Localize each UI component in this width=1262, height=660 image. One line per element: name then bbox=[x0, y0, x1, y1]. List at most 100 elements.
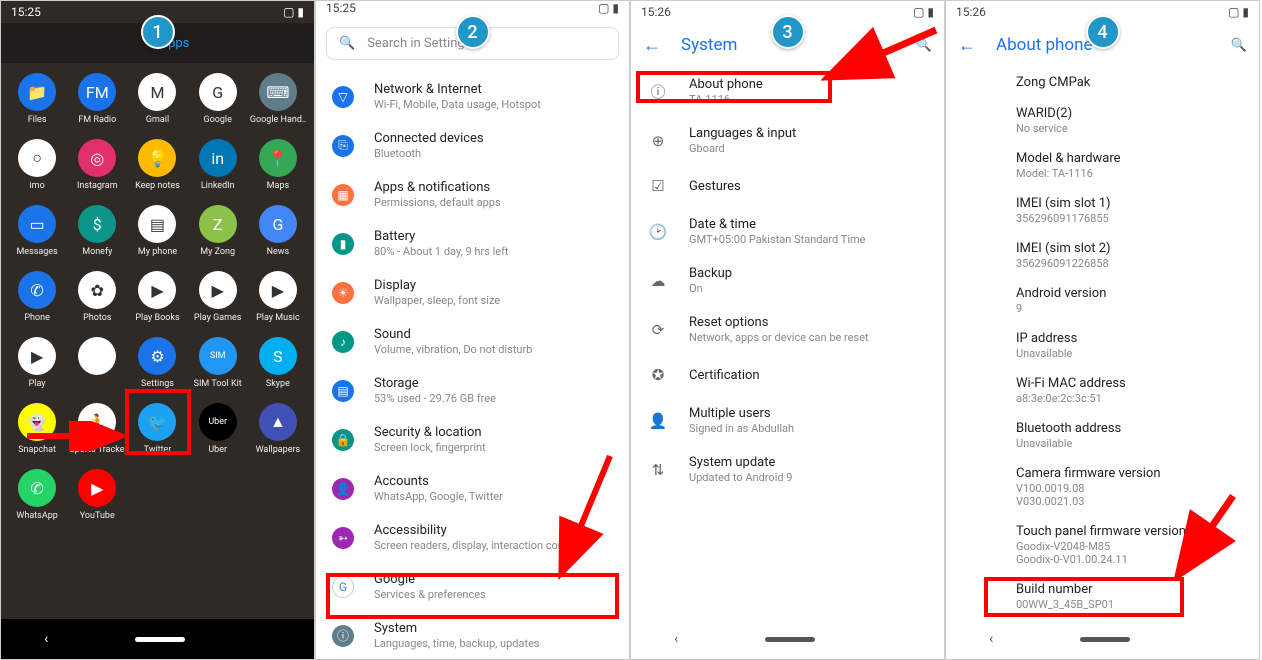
status-icons: ▢ ▮ bbox=[283, 5, 304, 19]
about-imei-sim-slot-2-[interactable]: IMEI (sim slot 2)356296091226858 bbox=[946, 233, 1259, 278]
system-gestures[interactable]: ☑Gestures bbox=[631, 165, 944, 207]
about-build-number[interactable]: Build number00WW_3_45B_SP01 bbox=[946, 574, 1259, 619]
nav-back[interactable]: ‹ bbox=[44, 631, 48, 647]
app-snapchat[interactable]: 👻Snapchat bbox=[7, 403, 67, 455]
app-label: FM Radio bbox=[78, 115, 116, 125]
app-play-books[interactable]: ▶Play Books bbox=[127, 271, 187, 323]
app-my-zong[interactable]: ZMy Zong bbox=[188, 205, 248, 257]
app-label: WhatsApp bbox=[16, 511, 57, 521]
app-play-music[interactable]: ▶Play Music bbox=[248, 271, 308, 323]
app-icon: M bbox=[138, 73, 176, 111]
app-label: Files bbox=[28, 115, 47, 125]
settings-apps-notifications[interactable]: ▦Apps & notificationsPermissions, defaul… bbox=[316, 170, 629, 219]
system-system-update[interactable]: ⇅System updateUpdated to Android 9 bbox=[631, 445, 944, 494]
settings-security-location[interactable]: 🔒Security & locationScreen lock, fingerp… bbox=[316, 415, 629, 464]
app-youtube[interactable]: ▶YouTube bbox=[67, 469, 127, 521]
system-date-time[interactable]: 🕑Date & timeGMT+05:00 Pakistan Standard … bbox=[631, 207, 944, 256]
about-zong-cmpak[interactable]: Zong CMPak bbox=[946, 67, 1259, 98]
app-google[interactable]: GGoogle bbox=[188, 73, 248, 125]
app-linkedin[interactable]: inLinkedIn bbox=[188, 139, 248, 191]
about-ip-address[interactable]: IP addressUnavailable bbox=[946, 323, 1259, 368]
app-play-games[interactable]: ▶Play Games bbox=[188, 271, 248, 323]
row-sub: WhatsApp, Google, Twitter bbox=[374, 490, 613, 503]
app-settings[interactable]: ⚙Settings bbox=[127, 337, 187, 389]
row-icon: ✪ bbox=[647, 364, 669, 386]
row-title: Sound bbox=[374, 327, 613, 342]
nav-home[interactable] bbox=[135, 637, 185, 642]
about-android-version[interactable]: Android version9 bbox=[946, 278, 1259, 323]
nav-home[interactable] bbox=[765, 637, 815, 642]
app-sports-tracker[interactable]: 🏃Sports Tracker bbox=[67, 403, 127, 455]
row-icon: ♪ bbox=[332, 331, 354, 353]
system-backup[interactable]: ☁BackupOn bbox=[631, 256, 944, 305]
app-sim-tool-kit[interactable]: SIMSIM Tool Kit bbox=[188, 337, 248, 389]
settings-sound[interactable]: ♪SoundVolume, vibration, Do not disturb bbox=[316, 317, 629, 366]
about-imei-sim-slot-1-[interactable]: IMEI (sim slot 1)356296091176855 bbox=[946, 188, 1259, 233]
app-keep-notes[interactable]: 💡Keep notes bbox=[127, 139, 187, 191]
app-skype[interactable]: SSkype bbox=[248, 337, 308, 389]
row-title: System update bbox=[689, 455, 928, 470]
system-certification[interactable]: ✪Certification bbox=[631, 354, 944, 396]
settings-accessibility[interactable]: ➳AccessibilityScreen readers, display, i… bbox=[316, 513, 629, 562]
search-icon[interactable]: 🔍 bbox=[916, 38, 932, 53]
app-news[interactable]: GNews bbox=[248, 205, 308, 257]
system-about-phone[interactable]: ⓘAbout phoneTA-1116 bbox=[631, 67, 944, 116]
app-icon: in bbox=[199, 139, 237, 177]
app-icon: ⌨ bbox=[259, 73, 297, 111]
settings-google[interactable]: GGoogleServices & preferences bbox=[316, 562, 629, 611]
app-uber[interactable]: UberUber bbox=[188, 403, 248, 455]
back-button[interactable]: ← bbox=[958, 35, 976, 56]
app-maps[interactable]: 📍Maps bbox=[248, 139, 308, 191]
app-monefy[interactable]: $Monefy bbox=[67, 205, 127, 257]
app-instagram[interactable]: ◎Instagram bbox=[67, 139, 127, 191]
about-bluetooth-address[interactable]: Bluetooth addressUnavailable bbox=[946, 413, 1259, 458]
app-files[interactable]: 📁Files bbox=[7, 73, 67, 125]
row-icon: ☀ bbox=[332, 282, 354, 304]
row-title: Languages & input bbox=[689, 126, 928, 141]
settings-connected-devices[interactable]: ⎘Connected devicesBluetooth bbox=[316, 121, 629, 170]
row-sub: Gboard bbox=[689, 142, 928, 155]
system-languages-input[interactable]: ⊕Languages & inputGboard bbox=[631, 116, 944, 165]
settings-accounts[interactable]: 👤AccountsWhatsApp, Google, Twitter bbox=[316, 464, 629, 513]
about-touch-panel-firmware-version[interactable]: Touch panel firmware versionGoodix-V2048… bbox=[946, 516, 1259, 574]
about-warid-2-[interactable]: WARID(2)No service bbox=[946, 98, 1259, 143]
app-blank[interactable] bbox=[67, 337, 127, 389]
row-sub: Screen readers, display, interaction con… bbox=[374, 539, 613, 552]
app-whatsapp[interactable]: ✆WhatsApp bbox=[7, 469, 67, 521]
app-gmail[interactable]: MGmail bbox=[127, 73, 187, 125]
app-imo[interactable]: ○imo bbox=[7, 139, 67, 191]
settings-battery[interactable]: ▮Battery80% - About 1 day, 9 hrs left bbox=[316, 219, 629, 268]
settings-system[interactable]: ⓘSystemLanguages, time, backup, updates bbox=[316, 611, 629, 660]
info-sub: Goodix-V2048-M85Goodix-0-V01.00.24.11 bbox=[1016, 540, 1243, 566]
settings-storage[interactable]: ▤Storage53% used - 29.76 GB free bbox=[316, 366, 629, 415]
app-messages[interactable]: ▭Messages bbox=[7, 205, 67, 257]
app-icon: FM bbox=[78, 73, 116, 111]
app-fm-radio[interactable]: FM FM Radio bbox=[67, 73, 127, 125]
search-icon[interactable]: 🔍 bbox=[1231, 38, 1247, 53]
nav-home[interactable] bbox=[1080, 637, 1130, 642]
app-label: Sports Tracker bbox=[69, 445, 125, 455]
nav-back[interactable]: ‹ bbox=[674, 631, 678, 647]
settings-network-internet[interactable]: ▽Network & InternetWi-Fi, Mobile, Data u… bbox=[316, 72, 629, 121]
about-model-hardware[interactable]: Model & hardwareModel: TA-1116 bbox=[946, 143, 1259, 188]
info-sub: 9 bbox=[1016, 302, 1243, 315]
app-photos[interactable]: ✿Photos bbox=[67, 271, 127, 323]
system-reset-options[interactable]: ⟳Reset optionsNetwork, apps or device ca… bbox=[631, 305, 944, 354]
settings-display[interactable]: ☀DisplayWallpaper, sleep, font size bbox=[316, 268, 629, 317]
app-google-hand-[interactable]: ⌨Google Hand… bbox=[248, 73, 308, 125]
row-icon: ⇅ bbox=[647, 459, 669, 481]
row-icon: G bbox=[332, 576, 354, 598]
back-button[interactable]: ← bbox=[643, 35, 661, 56]
info-sub: Unavailable bbox=[1016, 437, 1243, 450]
about-camera-firmware-version[interactable]: Camera firmware versionV100.0019.08V030.… bbox=[946, 458, 1259, 516]
app-wallpapers[interactable]: ▲Wallpapers bbox=[248, 403, 308, 455]
app-play-[interactable]: ▶Play bbox=[7, 337, 67, 389]
system-multiple-users[interactable]: 👤Multiple usersSigned in as Abdullah bbox=[631, 396, 944, 445]
app-my-phone[interactable]: ▤My phone bbox=[127, 205, 187, 257]
info-title: Bluetooth address bbox=[1016, 421, 1243, 436]
nav-back[interactable]: ‹ bbox=[989, 631, 993, 647]
app-twitter[interactable]: 🐦Twitter bbox=[127, 403, 187, 455]
app-phone[interactable]: ✆Phone bbox=[7, 271, 67, 323]
app-icon bbox=[78, 337, 116, 375]
about-wi-fi-mac-address[interactable]: Wi-Fi MAC addressa8:3e:0e:2c:3c:51 bbox=[946, 368, 1259, 413]
